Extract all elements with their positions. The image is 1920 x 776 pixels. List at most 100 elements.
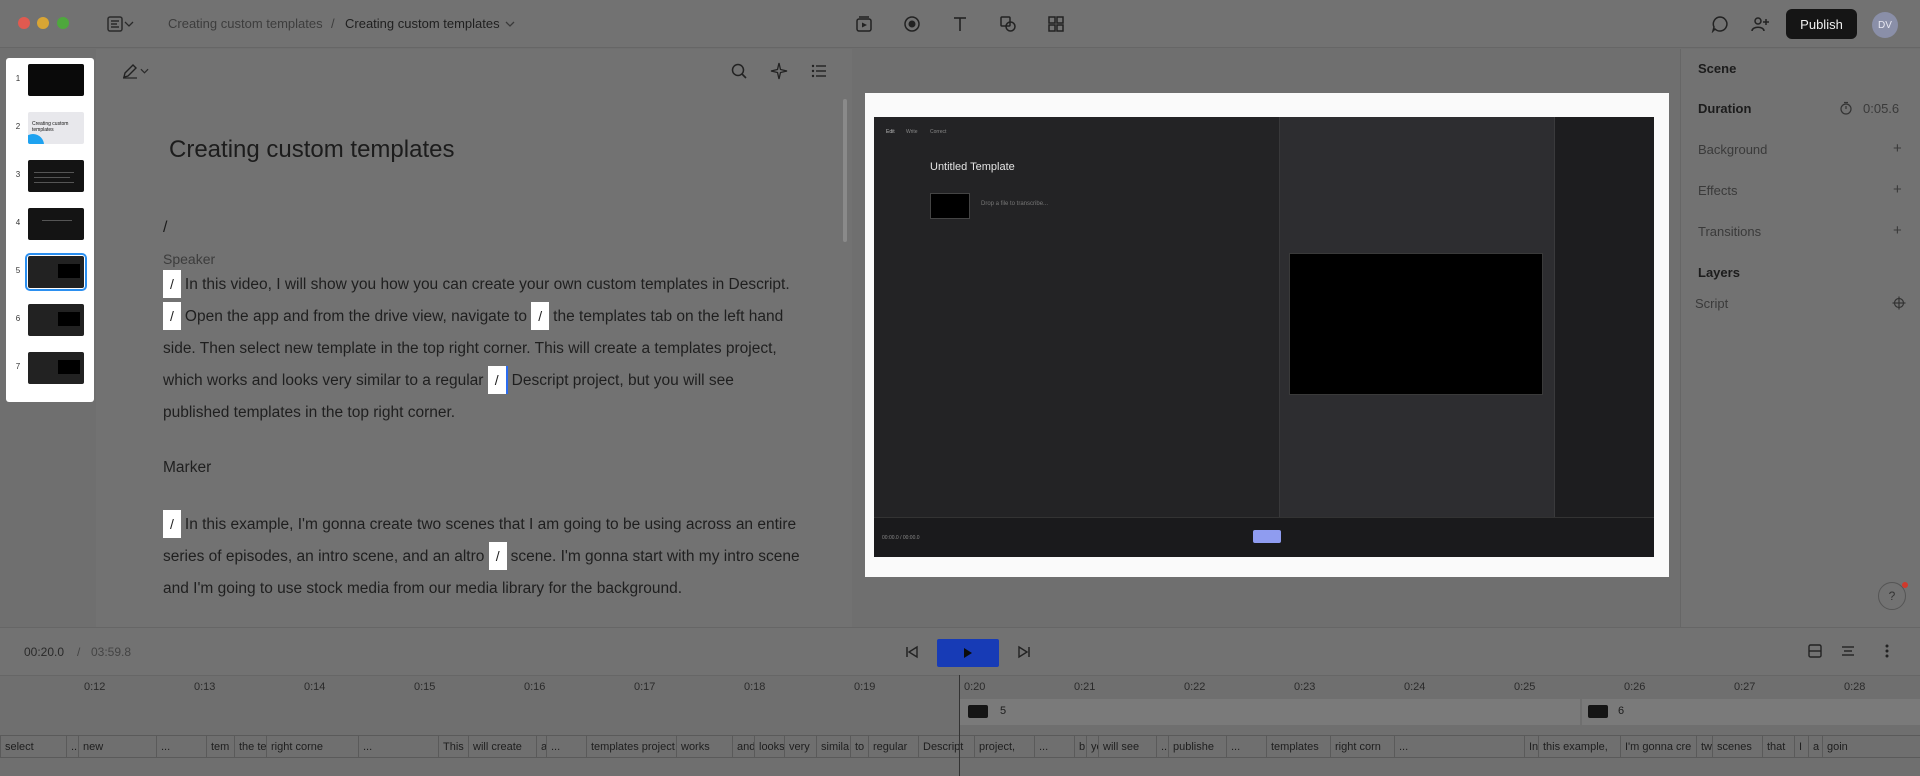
scene-marker[interactable]: /	[163, 510, 181, 538]
scene-thumbnail-1[interactable]: 1	[6, 60, 94, 100]
timeline-word[interactable]: ...	[1394, 736, 1524, 758]
add-user-icon[interactable]	[1748, 12, 1772, 36]
media-icon[interactable]	[852, 12, 876, 36]
timeline-word[interactable]: will create	[468, 736, 536, 758]
scene-divider[interactable]: /	[163, 219, 167, 237]
comment-icon[interactable]	[1708, 12, 1732, 36]
timeline-word[interactable]: templates project	[586, 736, 676, 758]
target-icon[interactable]	[1892, 296, 1906, 315]
timeline-word[interactable]: to	[850, 736, 868, 758]
timeline-word[interactable]: regular	[868, 736, 918, 758]
timeline-word[interactable]: Descript	[918, 736, 974, 758]
timeline-word[interactable]: In	[1524, 736, 1538, 758]
timeline-word[interactable]: looks	[754, 736, 784, 758]
close-window-button[interactable]	[18, 17, 30, 29]
add-transition-icon[interactable]: +	[1893, 222, 1902, 239]
timeline-word[interactable]: This	[438, 736, 468, 758]
timeline-word[interactable]: goin	[1822, 736, 1852, 758]
scene-marker[interactable]: /	[163, 270, 181, 298]
scene-thumbnail-2[interactable]: 2 Creating custom templates	[6, 108, 94, 148]
timeline-word[interactable]: a	[536, 736, 546, 758]
text-icon[interactable]	[948, 12, 972, 36]
word-track[interactable]: select...new...temthe teright corne...Th…	[0, 735, 1920, 758]
timeline-word[interactable]: tw	[1696, 736, 1712, 758]
timeline-word[interactable]: I'm gonna cre	[1620, 736, 1696, 758]
timeline-word[interactable]: a	[1808, 736, 1822, 758]
timeline-word[interactable]: ...	[1226, 736, 1266, 758]
scene-marker[interactable]: /	[488, 542, 507, 570]
scene-marker[interactable]: /	[163, 302, 181, 330]
preview-canvas[interactable]: Edit Write Correct Untitled Template Dro…	[865, 93, 1669, 577]
scene-thumbnail-3[interactable]: 3	[6, 156, 94, 196]
timeline-word[interactable]: new	[78, 736, 156, 758]
add-effect-icon[interactable]: +	[1893, 181, 1902, 198]
breadcrumb-parent[interactable]: Creating custom templates	[168, 16, 323, 31]
speaker-label[interactable]: Speaker	[163, 251, 215, 267]
publish-button[interactable]: Publish	[1786, 9, 1857, 39]
scene-thumbnail-5[interactable]: 5	[6, 252, 94, 292]
timeline-word[interactable]: that	[1762, 736, 1794, 758]
timeline-word[interactable]: select	[0, 736, 66, 758]
timeline-word[interactable]: simila	[816, 736, 850, 758]
breadcrumb-current[interactable]: Creating custom templates	[345, 16, 500, 31]
scene-marker[interactable]: /	[531, 302, 550, 330]
duration-value[interactable]: 0:05.6	[1863, 101, 1899, 116]
timeline-word[interactable]: ...	[358, 736, 438, 758]
timeline-word[interactable]: publishe	[1168, 736, 1226, 758]
timeline-word[interactable]: the te	[234, 736, 266, 758]
timeline-word[interactable]: ...	[1156, 736, 1168, 758]
timeline-word[interactable]: I	[1794, 736, 1808, 758]
timeline-word[interactable]: project,	[974, 736, 1034, 758]
script-paragraph[interactable]: / In this video, I will show you how you …	[163, 269, 803, 429]
marker-heading[interactable]: Marker	[163, 459, 211, 477]
timeline-word[interactable]: b	[1074, 736, 1086, 758]
timeline-word[interactable]: scenes	[1712, 736, 1762, 758]
script-scrollbar[interactable]	[843, 99, 847, 242]
transitions-label[interactable]: Transitions	[1698, 224, 1761, 239]
timeline-word[interactable]: tem	[206, 736, 234, 758]
elements-icon[interactable]	[1044, 12, 1068, 36]
play-button[interactable]	[937, 639, 999, 667]
timeline-word[interactable]: yo	[1086, 736, 1098, 758]
timeline-word[interactable]: ...	[156, 736, 206, 758]
chevron-down-icon[interactable]	[138, 59, 150, 83]
scene-thumbnail-7[interactable]: 7	[6, 348, 94, 388]
scene-track-6[interactable]: 6	[1582, 699, 1920, 725]
background-label[interactable]: Background	[1698, 142, 1767, 157]
scene-thumbnail-6[interactable]: 6	[6, 300, 94, 340]
timeline-word[interactable]: works	[676, 736, 732, 758]
timeline-word[interactable]: will see	[1098, 736, 1156, 758]
maximize-window-button[interactable]	[57, 17, 69, 29]
scene-marker[interactable]: /	[487, 366, 508, 394]
timeline-word[interactable]: templates	[1266, 736, 1330, 758]
shapes-icon[interactable]	[996, 12, 1020, 36]
layer-script[interactable]: Script	[1695, 296, 1728, 311]
search-icon[interactable]	[727, 59, 751, 83]
effects-label[interactable]: Effects	[1698, 183, 1738, 198]
chevron-down-icon[interactable]	[122, 12, 136, 36]
timeline-word[interactable]: ...	[546, 736, 586, 758]
more-icon[interactable]	[1875, 639, 1899, 663]
timeline[interactable]: 0:12 0:13 0:14 0:15 0:16 0:17 0:18 0:19 0:20 0:21…	[0, 675, 1920, 776]
scene-track-5[interactable]: 5	[960, 699, 1580, 725]
minimize-window-button[interactable]	[37, 17, 49, 29]
playhead[interactable]	[959, 675, 960, 776]
layout-icon[interactable]	[1803, 639, 1827, 663]
script-paragraph[interactable]: / In this example, I'm gonna create two s…	[163, 509, 803, 605]
sparkle-icon[interactable]	[767, 59, 791, 83]
avatar[interactable]: DV	[1872, 12, 1898, 38]
timeline-word[interactable]: and	[732, 736, 754, 758]
skip-back-icon[interactable]	[900, 640, 924, 664]
timeline-word[interactable]: right corne	[266, 736, 358, 758]
timeline-word[interactable]: ...	[66, 736, 78, 758]
add-background-icon[interactable]: +	[1893, 140, 1902, 157]
chevron-down-icon[interactable]	[503, 12, 517, 36]
scene-thumbnail-4[interactable]: 4	[6, 204, 94, 244]
timeline-word[interactable]: this example,	[1538, 736, 1620, 758]
align-icon[interactable]	[1836, 639, 1860, 663]
timeline-word[interactable]: very	[784, 736, 816, 758]
timeline-word[interactable]: ...	[1034, 736, 1074, 758]
list-icon[interactable]	[807, 59, 831, 83]
skip-forward-icon[interactable]	[1012, 640, 1036, 664]
timeline-word[interactable]: right corn	[1330, 736, 1394, 758]
